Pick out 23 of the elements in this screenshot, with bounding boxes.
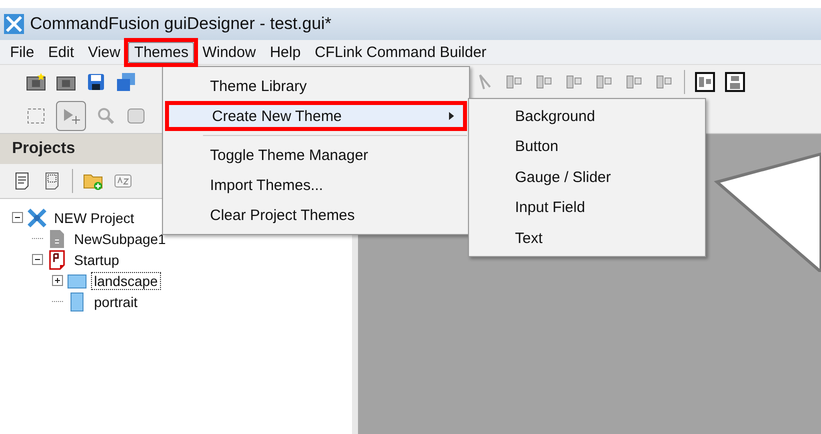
menu-item[interactable]: View <box>82 42 126 62</box>
menu-item[interactable]: Input Field <box>469 192 705 223</box>
menu-item[interactable]: Toggle Theme Manager <box>163 140 469 170</box>
menu-item[interactable]: Theme Library <box>163 71 469 101</box>
menu-item[interactable]: File <box>4 42 40 62</box>
menu-item[interactable]: Button <box>469 132 705 162</box>
menu-item[interactable]: Gauge / Slider <box>469 162 705 192</box>
tree-item[interactable]: portrait <box>91 292 141 310</box>
menu-item[interactable]: Import Themes... <box>163 170 469 200</box>
menu-item[interactable]: Help <box>264 42 307 62</box>
menu-item[interactable]: Background <box>469 101 705 132</box>
tree-item[interactable]: NewSubpage1 <box>71 230 169 248</box>
tree-item[interactable]: landscape <box>91 272 161 290</box>
menu-item[interactable]: Text <box>469 223 705 254</box>
panel-title: Projects <box>12 140 76 158</box>
menu-item[interactable]: Themes <box>128 42 194 62</box>
tree-item[interactable]: NEW Project <box>51 208 138 226</box>
tree-item[interactable]: Startup <box>71 250 122 268</box>
menu-item[interactable]: CFLink Command Builder <box>308 42 492 62</box>
menu-item[interactable]: Clear Project Themes <box>163 200 469 230</box>
menu-item[interactable]: Window <box>196 42 262 62</box>
menu-item[interactable]: Edit <box>42 42 80 62</box>
window-title: CommandFusion guiDesigner - test.gui* <box>30 14 332 34</box>
